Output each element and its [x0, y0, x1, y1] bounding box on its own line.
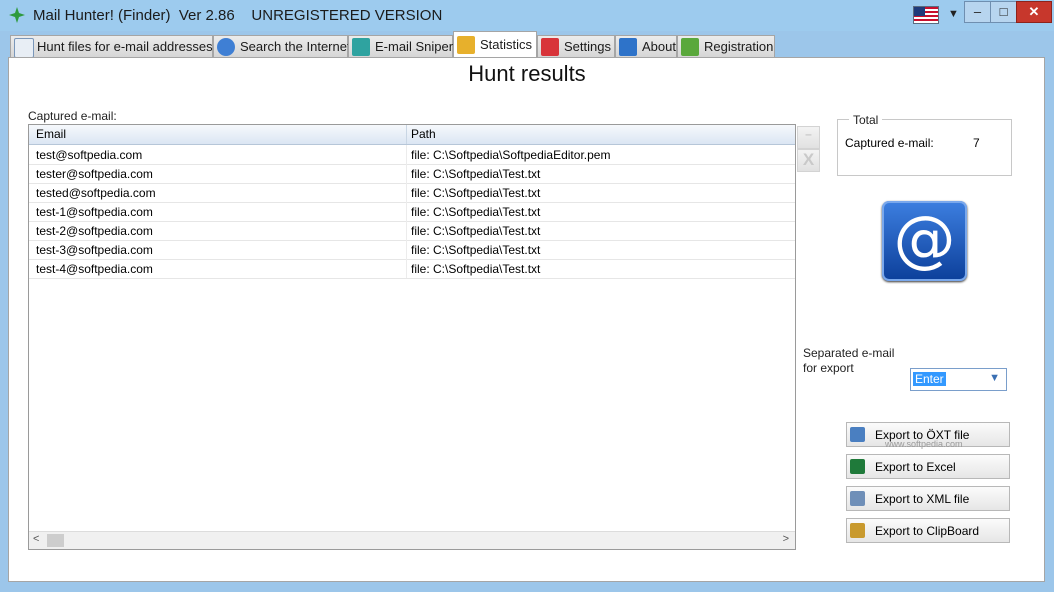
tab-label: Settings — [564, 39, 611, 54]
table-row[interactable]: test-4@softpedia.com file: C:\Softpedia\T… — [29, 259, 795, 279]
tab-email-sniper[interactable]: E-mail Sniper — [348, 35, 453, 57]
export-clipboard-label: Export to ClipBoard — [875, 524, 980, 538]
email-cell: test-2@softpedia.com — [36, 224, 153, 238]
app-icon — [9, 7, 25, 23]
tab-hunt-files[interactable]: Hunt files for e-mail addresses — [10, 35, 213, 58]
magnifier-icon — [352, 38, 370, 56]
text-file-icon — [850, 427, 865, 442]
captured-email-count: 7 — [973, 136, 980, 150]
minimize-button[interactable]: – — [964, 1, 991, 23]
path-cell: file: C:\Softpedia\Test.txt — [411, 167, 541, 181]
us-flag-icon[interactable] — [913, 6, 939, 24]
page-title: Hunt results — [468, 61, 586, 86]
path-cell: file: C:\Softpedia\Test.txt — [411, 243, 541, 257]
xml-file-icon — [850, 491, 865, 506]
remove-entry-button[interactable]: – — [797, 126, 820, 149]
email-cell: tester@softpedia.com — [36, 167, 153, 181]
path-cell: file: C:\Softpedia\SoftpediaEditor.pem — [411, 148, 611, 162]
export-xml-label: Export to XML file — [875, 492, 970, 506]
path-cell: file: C:\Softpedia\Test.txt — [411, 205, 541, 219]
separator-label-line-2: for export — [803, 361, 854, 375]
tab-statistics[interactable]: Statistics — [453, 31, 537, 57]
column-header-path[interactable]: Path — [411, 127, 436, 141]
horizontal-scrollbar[interactable]: < > — [29, 531, 795, 549]
tab-settings[interactable]: Settings — [537, 35, 615, 57]
tab-label: Hunt files for e-mail addresses — [37, 39, 213, 54]
tab-search-internet[interactable]: Search the Internet — [213, 35, 351, 57]
tab-registration[interactable]: Registration — [677, 35, 775, 57]
total-legend: Total — [849, 113, 883, 127]
clear-list-button[interactable]: X — [797, 149, 820, 172]
separator-select[interactable]: Enter ▼ — [910, 368, 1007, 391]
results-grid[interactable]: Email Path test@softpedia.com file: C:\So… — [28, 124, 796, 550]
tab-label: About — [642, 39, 676, 54]
captured-email-caption: Captured e-mail: — [28, 109, 117, 123]
tab-label: Registration — [704, 39, 774, 54]
gear-icon — [541, 38, 559, 56]
email-cell: test-3@softpedia.com — [36, 243, 153, 257]
scroll-right-icon[interactable]: > — [783, 533, 789, 545]
tab-label: Statistics — [480, 37, 533, 52]
excel-icon — [850, 459, 865, 474]
export-xml-button[interactable]: Export to XML file — [846, 486, 1010, 511]
path-cell: file: C:\Softpedia\Test.txt — [411, 186, 541, 200]
user-icon — [681, 38, 699, 56]
separator-label: Separated e-mail for export — [803, 346, 894, 376]
globe-icon — [217, 38, 235, 56]
email-cell: test@softpedia.com — [36, 148, 143, 162]
title-bar: Mail Hunter! (Finder) Ver 2.86 UNREGISTE… — [0, 0, 1054, 31]
email-cell: tested@softpedia.com — [36, 186, 156, 200]
table-row[interactable]: tested@softpedia.com file: C:\Softpedia\T… — [29, 183, 795, 203]
clipboard-icon — [850, 523, 865, 538]
coins-icon — [457, 36, 475, 54]
language-dropdown-icon[interactable]: ▼ — [948, 8, 959, 20]
book-icon — [619, 38, 637, 56]
export-excel-button[interactable]: Export to Excel — [846, 454, 1010, 479]
tab-label: Search the Internet — [240, 39, 351, 54]
table-row[interactable]: test-3@softpedia.com file: C:\Softpedia\T… — [29, 240, 795, 260]
grid-header: Email Path — [29, 125, 795, 145]
email-cell: test-1@softpedia.com — [36, 205, 153, 219]
column-header-email[interactable]: Email — [36, 127, 66, 141]
export-excel-label: Export to Excel — [875, 460, 956, 474]
chevron-down-icon[interactable]: ▼ — [989, 372, 1000, 384]
separator-value: Enter — [913, 372, 946, 386]
close-button[interactable]: ✕ — [1016, 1, 1052, 23]
watermark: www.softpedia.com — [885, 439, 963, 449]
at-sign-icon: @ — [882, 201, 967, 281]
path-cell: file: C:\Softpedia\Test.txt — [411, 224, 541, 238]
table-row[interactable]: test-1@softpedia.com file: C:\Softpedia\T… — [29, 202, 795, 222]
tab-about[interactable]: About — [615, 35, 677, 57]
maximize-button[interactable]: □ — [990, 1, 1017, 23]
window-title: Mail Hunter! (Finder) Ver 2.86 UNREGISTE… — [33, 7, 443, 24]
separator-label-line-1: Separated e-mail — [803, 346, 895, 360]
export-clipboard-button[interactable]: Export to ClipBoard — [846, 518, 1010, 543]
email-cell: test-4@softpedia.com — [36, 262, 153, 276]
scroll-thumb[interactable] — [47, 534, 64, 547]
tab-label: E-mail Sniper — [375, 39, 454, 54]
path-cell: file: C:\Softpedia\Test.txt — [411, 262, 541, 276]
captured-email-label: Captured e-mail: — [845, 136, 934, 150]
table-row[interactable]: test-2@softpedia.com file: C:\Softpedia\T… — [29, 221, 795, 241]
scroll-left-icon[interactable]: < — [33, 533, 39, 545]
table-row[interactable]: test@softpedia.com file: C:\Softpedia\Sof… — [29, 145, 795, 165]
table-row[interactable]: tester@softpedia.com file: C:\Softpedia\T… — [29, 164, 795, 184]
document-icon — [14, 38, 34, 58]
